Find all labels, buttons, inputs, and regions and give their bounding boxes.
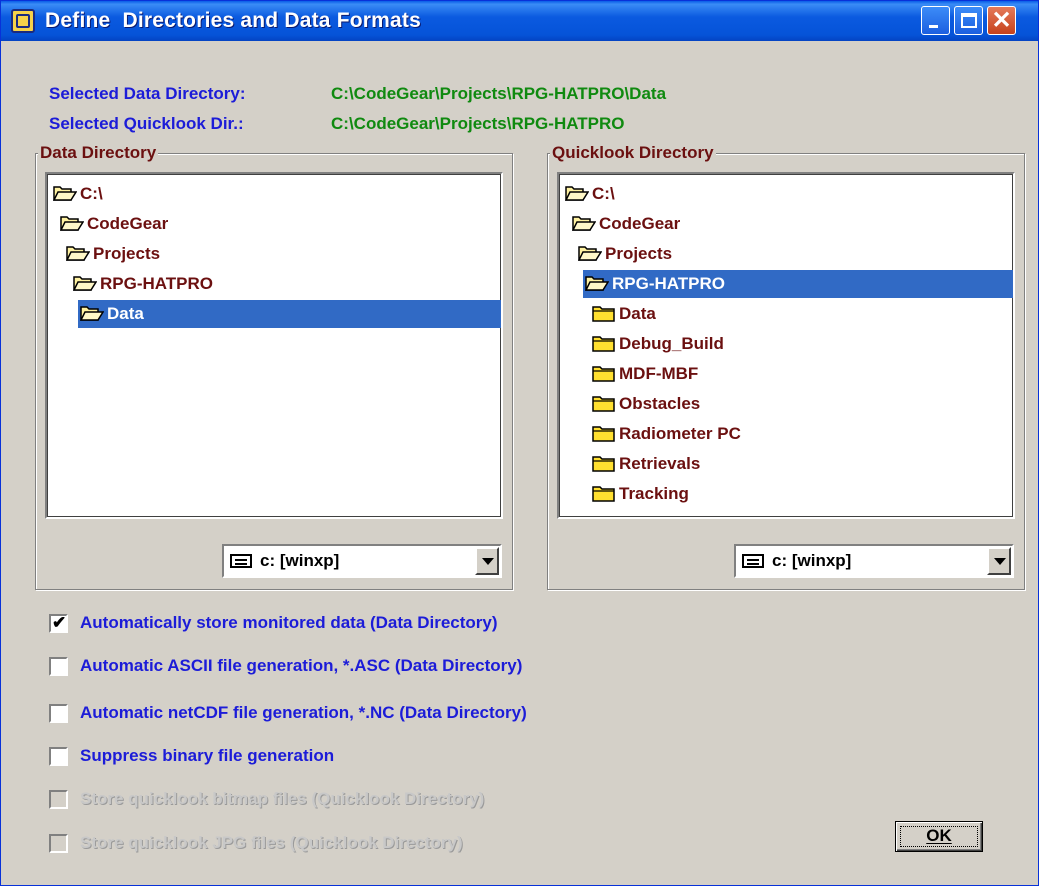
option-checkbox bbox=[49, 834, 68, 853]
tree-item[interactable]: RPG-HATPRO bbox=[583, 270, 1013, 298]
ok-button-label: OK bbox=[926, 826, 952, 845]
selected-quicklook-dir-value: C:\CodeGear\Projects\RPG-HATPRO bbox=[331, 114, 625, 133]
checkmark-icon: ✔ bbox=[52, 613, 67, 632]
data-directory-group: Data Directory C:\ CodeGear Projects RPG-HA… bbox=[35, 143, 513, 590]
tree-item[interactable]: Radiometer PC bbox=[592, 420, 741, 448]
folder-closed-icon bbox=[592, 334, 616, 352]
tree-item-label: Debug_Build bbox=[619, 334, 724, 353]
window-title: Define Directories and Data Formats bbox=[45, 9, 421, 32]
quicklook-directory-group: Quicklook Directory C:\ CodeGear Projects R… bbox=[547, 143, 1025, 590]
tree-item-label: Projects bbox=[605, 244, 673, 263]
folder-open-icon bbox=[60, 214, 84, 232]
option-checkbox[interactable]: ✔ bbox=[49, 613, 68, 633]
tree-item-label: Projects bbox=[93, 244, 161, 263]
title-bar[interactable]: Define Directories and Data Formats ✕ bbox=[1, 1, 1038, 41]
folder-open-icon bbox=[572, 214, 596, 232]
selected-data-dir-value: C:\CodeGear\Projects\RPG-HATPRO\Data bbox=[331, 84, 667, 103]
option-label[interactable]: Automatically store monitored data (Data… bbox=[80, 613, 498, 633]
folder-closed-icon bbox=[592, 424, 616, 442]
folder-closed-icon bbox=[592, 394, 616, 412]
data-directory-tree[interactable]: C:\ CodeGear Projects RPG-HATPRO Data bbox=[45, 172, 503, 519]
maximize-button[interactable] bbox=[954, 6, 983, 35]
tree-item[interactable]: CodeGear bbox=[572, 210, 680, 238]
close-button[interactable]: ✕ bbox=[987, 6, 1016, 35]
tree-item[interactable]: C:\ bbox=[53, 180, 103, 208]
minimize-button[interactable] bbox=[921, 6, 950, 35]
drive-icon bbox=[742, 554, 764, 568]
folder-open-icon bbox=[66, 244, 90, 262]
tree-item-label: C:\ bbox=[80, 184, 103, 203]
tree-item-label: CodeGear bbox=[87, 214, 169, 233]
tree-item-label: C:\ bbox=[592, 184, 615, 203]
tree-item[interactable]: Projects bbox=[578, 240, 672, 268]
option-checkbox[interactable] bbox=[49, 747, 68, 766]
tree-item[interactable]: C:\ bbox=[565, 180, 615, 208]
folder-open-icon bbox=[578, 244, 602, 262]
chevron-down-icon[interactable] bbox=[987, 547, 1011, 575]
tree-item-label: MDF-MBF bbox=[619, 364, 699, 383]
dialog-window: Define Directories and Data Formats ✕ Se… bbox=[0, 0, 1039, 886]
option-checkbox bbox=[49, 790, 68, 809]
option-label: Store quicklook JPG files (Quicklook Dir… bbox=[80, 833, 463, 852]
folder-open-icon bbox=[73, 274, 97, 292]
tree-item-label: RPG-HATPRO bbox=[612, 274, 726, 293]
folder-open-icon bbox=[565, 184, 589, 202]
tree-item-label: Tracking bbox=[619, 484, 689, 503]
quicklook-drive-select[interactable]: c: [winxp] bbox=[734, 544, 1014, 578]
data-drive-value: c: [winxp] bbox=[260, 551, 340, 570]
app-icon[interactable] bbox=[11, 9, 35, 33]
quicklook-drive-value: c: [winxp] bbox=[772, 551, 852, 570]
tree-item[interactable]: Debug_Build bbox=[592, 330, 724, 358]
data-directory-legend: Data Directory bbox=[38, 143, 159, 163]
tree-item[interactable]: Obstacles bbox=[592, 390, 700, 418]
tree-item-label: Data bbox=[619, 304, 656, 323]
quicklook-directory-legend: Quicklook Directory bbox=[550, 143, 716, 163]
tree-item[interactable]: RPG-HATPRO bbox=[73, 270, 213, 298]
minimize-icon bbox=[929, 25, 938, 28]
tree-item[interactable]: Projects bbox=[66, 240, 160, 268]
chevron-down-icon[interactable] bbox=[475, 547, 499, 575]
drive-icon bbox=[230, 554, 252, 568]
option-label[interactable]: Automatic netCDF file generation, *.NC (… bbox=[80, 703, 527, 723]
option-checkbox[interactable] bbox=[49, 704, 68, 723]
selected-quicklook-dir-label: Selected Quicklook Dir.: bbox=[49, 114, 244, 133]
tree-item-label: Retrievals bbox=[619, 454, 701, 473]
folder-closed-icon bbox=[592, 304, 616, 322]
tree-item[interactable]: MDF-MBF bbox=[592, 360, 698, 388]
folder-open-icon bbox=[80, 304, 104, 322]
folder-closed-icon bbox=[592, 484, 616, 502]
data-drive-select[interactable]: c: [winxp] bbox=[222, 544, 502, 578]
tree-item-label: RPG-HATPRO bbox=[100, 274, 214, 293]
option-checkbox[interactable] bbox=[49, 657, 68, 676]
folder-closed-icon bbox=[592, 454, 616, 472]
folder-closed-icon bbox=[592, 364, 616, 382]
maximize-icon bbox=[961, 13, 977, 28]
tree-item[interactable]: Retrievals bbox=[592, 450, 700, 478]
tree-item[interactable]: Data bbox=[78, 300, 501, 328]
option-label: Store quicklook bitmap files (Quicklook … bbox=[80, 789, 485, 808]
folder-open-icon bbox=[53, 184, 77, 202]
tree-item-label: Data bbox=[107, 304, 144, 323]
close-icon: ✕ bbox=[991, 7, 1012, 34]
tree-item[interactable]: Tracking bbox=[592, 480, 689, 508]
tree-item-label: Radiometer PC bbox=[619, 424, 741, 443]
option-label[interactable]: Automatic ASCII file generation, *.ASC (… bbox=[80, 656, 522, 676]
tree-item[interactable]: CodeGear bbox=[60, 210, 168, 238]
selected-data-dir-label: Selected Data Directory: bbox=[49, 84, 246, 103]
ok-button[interactable]: OK bbox=[895, 821, 983, 852]
folder-open-icon bbox=[585, 274, 609, 292]
tree-item-label: CodeGear bbox=[599, 214, 681, 233]
tree-item-label: Obstacles bbox=[619, 394, 701, 413]
tree-item[interactable]: Data bbox=[592, 300, 656, 328]
quicklook-directory-tree[interactable]: C:\ CodeGear Projects RPG-HATPRO Data Debug_B… bbox=[557, 172, 1015, 519]
option-label[interactable]: Suppress binary file generation bbox=[80, 746, 334, 766]
